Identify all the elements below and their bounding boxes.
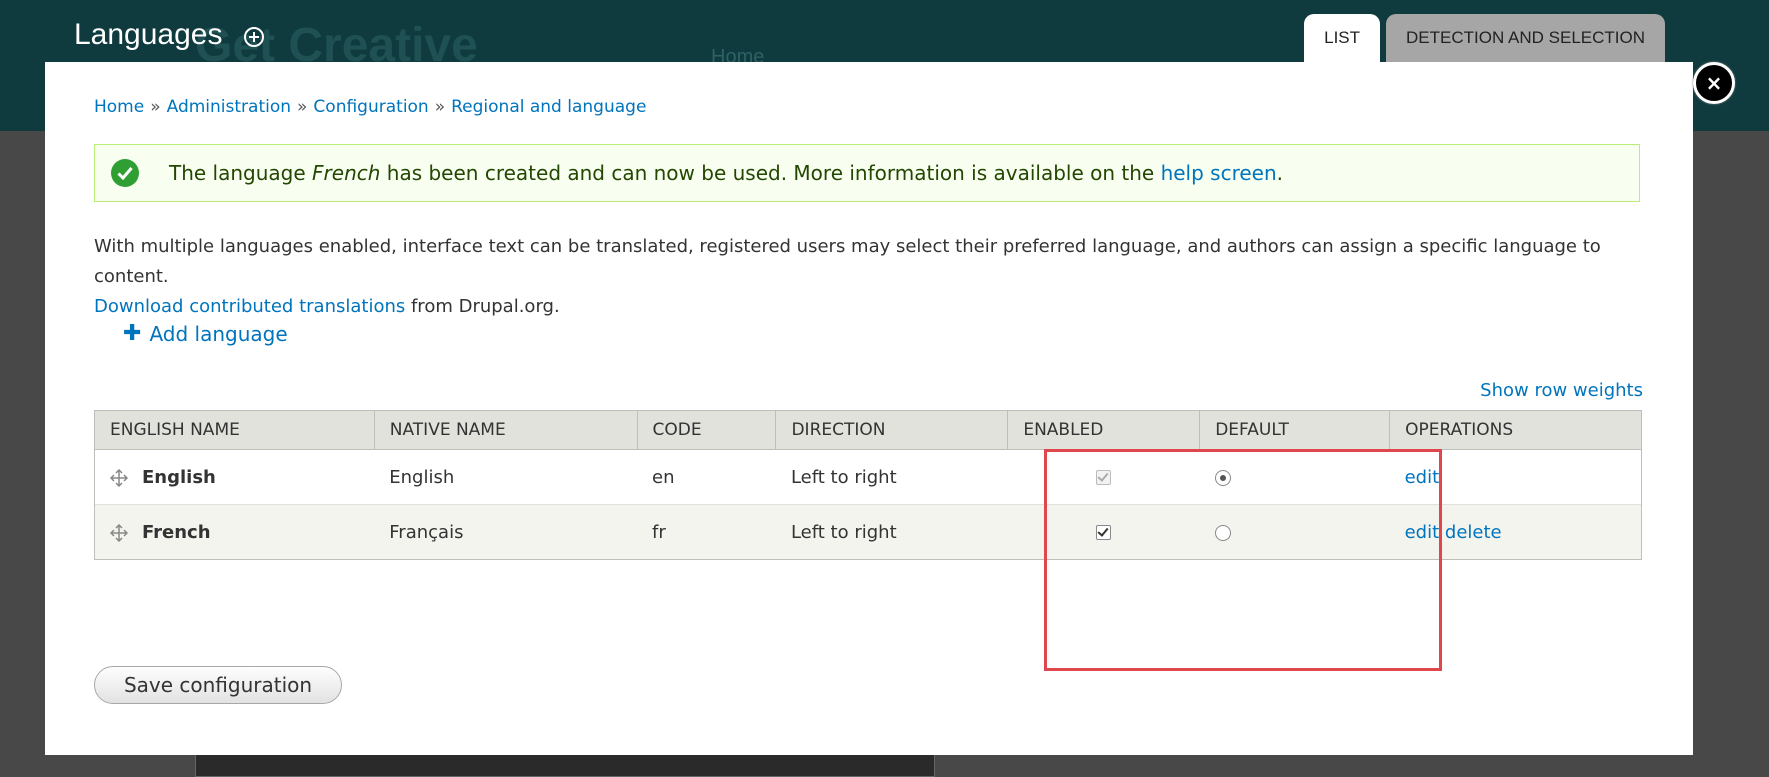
breadcrumb-home[interactable]: Home <box>94 97 144 117</box>
operations-cell: edit <box>1389 449 1642 505</box>
enabled-cell <box>1007 449 1200 505</box>
english-name: English <box>142 466 216 488</box>
message-text-after: . <box>1276 161 1284 185</box>
breadcrumb-separator: » <box>434 97 446 117</box>
column-header-default[interactable]: DEFAULT <box>1199 410 1391 450</box>
help-screen-link[interactable]: help screen <box>1161 161 1277 185</box>
breadcrumb-administration[interactable]: Administration <box>167 97 291 117</box>
table-header-row: ENGLISH NAME NATIVE NAME CODE DIRECTION … <box>94 410 1642 450</box>
breadcrumb-separator: » <box>150 97 161 117</box>
add-shortcut-icon[interactable] <box>244 27 265 47</box>
breadcrumb: Home» Administration» Configuration» Region… <box>94 97 646 117</box>
overlay-tabs: LIST DETECTION AND SELECTION <box>1304 14 1665 62</box>
edit-link[interactable]: edit <box>1405 467 1440 488</box>
download-translations-link[interactable]: Download contributed translations <box>94 296 405 317</box>
enabled-cell <box>1007 504 1200 560</box>
save-configuration-button[interactable]: Save configuration <box>94 666 342 704</box>
languages-table: ENGLISH NAME NATIVE NAME CODE DIRECTION … <box>94 410 1642 560</box>
overlay-title-text: Languages <box>74 18 223 51</box>
overlay-title: Languages <box>74 18 265 52</box>
delete-link[interactable]: delete <box>1445 522 1502 543</box>
native-name: Français <box>374 504 638 560</box>
default-radio[interactable] <box>1214 469 1231 486</box>
message-language-name: French <box>312 161 381 185</box>
breadcrumb-separator: » <box>297 97 308 117</box>
language-code: en <box>637 449 776 505</box>
operations-cell: edit delete <box>1389 504 1642 560</box>
edit-link[interactable]: edit <box>1405 522 1440 543</box>
column-header-english-name[interactable]: ENGLISH NAME <box>94 410 375 450</box>
enabled-checkbox[interactable] <box>1096 525 1112 540</box>
description-text: With multiple languages enabled, interfa… <box>94 236 1601 287</box>
drag-handle-icon[interactable] <box>109 468 129 487</box>
default-radio[interactable] <box>1214 524 1231 541</box>
table-row: English English en Left to right edit <box>94 449 1642 505</box>
language-direction: Left to right <box>775 449 1008 505</box>
breadcrumb-regional-and-language[interactable]: Regional and language <box>451 97 646 117</box>
enabled-checkbox <box>1096 470 1112 485</box>
default-cell <box>1199 504 1390 560</box>
table-row: French Français fr Left to right edit de… <box>94 504 1642 560</box>
tab-detection-and-selection[interactable]: DETECTION AND SELECTION <box>1386 14 1665 62</box>
native-name: English <box>374 449 638 505</box>
default-cell <box>1199 449 1390 505</box>
tab-list[interactable]: LIST <box>1304 14 1381 62</box>
column-header-direction[interactable]: DIRECTION <box>775 410 1009 450</box>
overlay-panel: Home» Administration» Configuration» Region… <box>45 62 1693 755</box>
message-text-before: The language <box>169 161 313 185</box>
show-row-weights-link[interactable]: Show row weights <box>1480 380 1643 401</box>
plus-icon: ✚ <box>123 321 142 346</box>
add-language-action[interactable]: ✚ Add language <box>123 321 288 346</box>
column-header-operations: OPERATIONS <box>1389 410 1642 450</box>
message-text-middle: has been created and can now be used. Mo… <box>380 161 1161 185</box>
status-message-text: The language French has been created and… <box>169 161 1283 185</box>
add-language-link[interactable]: Add language <box>149 322 287 346</box>
status-message: The language French has been created and… <box>94 144 1640 202</box>
drag-handle-icon[interactable] <box>109 523 129 542</box>
breadcrumb-configuration[interactable]: Configuration <box>313 97 428 117</box>
english-name-cell: English <box>94 449 375 505</box>
column-header-enabled[interactable]: ENABLED <box>1007 410 1201 450</box>
close-overlay-icon[interactable]: × <box>1693 62 1735 104</box>
page-description: With multiple languages enabled, interfa… <box>94 232 1654 322</box>
language-code: fr <box>637 504 776 560</box>
description-link-suffix: from Drupal.org. <box>405 296 560 317</box>
english-name-cell: French <box>94 504 375 560</box>
column-header-native-name[interactable]: NATIVE NAME <box>373 410 638 450</box>
english-name: French <box>142 521 211 543</box>
column-header-code[interactable]: CODE <box>636 410 777 450</box>
check-circle-icon <box>111 159 139 187</box>
language-direction: Left to right <box>775 504 1008 560</box>
